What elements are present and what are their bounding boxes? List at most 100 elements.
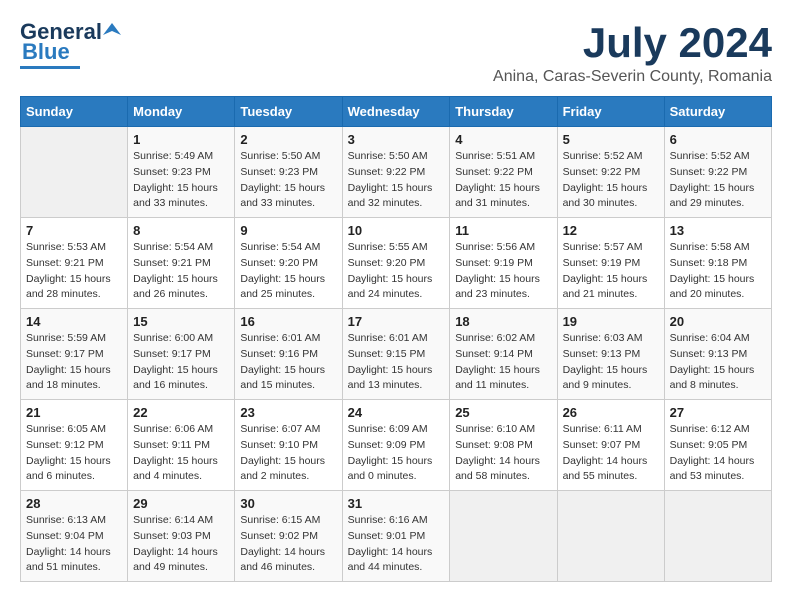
day-number: 28	[26, 496, 122, 511]
weekday-header-thursday: Thursday	[450, 97, 557, 127]
calendar-cell: 19 Sunrise: 6:03 AM Sunset: 9:13 PM Dayli…	[557, 309, 664, 400]
day-info: Sunrise: 6:09 AM Sunset: 9:09 PM Dayligh…	[348, 422, 445, 485]
calendar-cell: 27 Sunrise: 6:12 AM Sunset: 9:05 PM Dayli…	[664, 400, 771, 491]
weekday-header-monday: Monday	[128, 97, 235, 127]
day-number: 22	[133, 405, 229, 420]
day-info: Sunrise: 6:02 AM Sunset: 9:14 PM Dayligh…	[455, 331, 551, 394]
day-info: Sunrise: 5:59 AM Sunset: 9:17 PM Dayligh…	[26, 331, 122, 394]
day-number: 5	[563, 132, 659, 147]
calendar-cell: 21 Sunrise: 6:05 AM Sunset: 9:12 PM Dayli…	[21, 400, 128, 491]
day-number: 16	[240, 314, 336, 329]
page-header: General Blue July 2024 Anina, Caras-Seve…	[20, 20, 772, 86]
day-info: Sunrise: 6:03 AM Sunset: 9:13 PM Dayligh…	[563, 331, 659, 394]
day-info: Sunrise: 5:58 AM Sunset: 9:18 PM Dayligh…	[670, 240, 766, 303]
calendar-cell	[664, 491, 771, 582]
calendar-cell: 16Sunrise: 6:01 AM Sunset: 9:16 PM Dayli…	[235, 309, 342, 400]
calendar-cell: 12 Sunrise: 5:57 AM Sunset: 9:19 PM Dayli…	[557, 218, 664, 309]
month-title: July 2024	[493, 20, 772, 66]
calendar-cell: 30 Sunrise: 6:15 AM Sunset: 9:02 PM Dayli…	[235, 491, 342, 582]
day-info: Sunrise: 5:57 AM Sunset: 9:19 PM Dayligh…	[563, 240, 659, 303]
weekday-header-friday: Friday	[557, 97, 664, 127]
day-info: Sunrise: 6:05 AM Sunset: 9:12 PM Dayligh…	[26, 422, 122, 485]
day-number: 13	[670, 223, 766, 238]
calendar-cell: 20 Sunrise: 6:04 AM Sunset: 9:13 PM Dayli…	[664, 309, 771, 400]
day-number: 10	[348, 223, 445, 238]
day-number: 3	[348, 132, 445, 147]
calendar-cell: 29 Sunrise: 6:14 AM Sunset: 9:03 PM Dayli…	[128, 491, 235, 582]
calendar-week-row: 28 Sunrise: 6:13 AM Sunset: 9:04 PM Dayli…	[21, 491, 772, 582]
day-number: 6	[670, 132, 766, 147]
day-info: Sunrise: 6:00 AM Sunset: 9:17 PM Dayligh…	[133, 331, 229, 394]
calendar-week-row: 7 Sunrise: 5:53 AM Sunset: 9:21 PM Daylig…	[21, 218, 772, 309]
weekday-header-sunday: Sunday	[21, 97, 128, 127]
calendar-week-row: 14 Sunrise: 5:59 AM Sunset: 9:17 PM Dayli…	[21, 309, 772, 400]
calendar-cell: 11 Sunrise: 5:56 AM Sunset: 9:19 PM Dayli…	[450, 218, 557, 309]
day-info: Sunrise: 6:06 AM Sunset: 9:11 PM Dayligh…	[133, 422, 229, 485]
day-number: 14	[26, 314, 122, 329]
calendar-table: SundayMondayTuesdayWednesdayThursdayFrid…	[20, 96, 772, 582]
day-number: 24	[348, 405, 445, 420]
title-block: July 2024 Anina, Caras-Severin County, R…	[493, 20, 772, 86]
calendar-cell: 7 Sunrise: 5:53 AM Sunset: 9:21 PM Daylig…	[21, 218, 128, 309]
day-info: Sunrise: 6:10 AM Sunset: 9:08 PM Dayligh…	[455, 422, 551, 485]
day-info: Sunrise: 5:51 AM Sunset: 9:22 PM Dayligh…	[455, 149, 551, 212]
calendar-cell: 31 Sunrise: 6:16 AM Sunset: 9:01 PM Dayli…	[342, 491, 450, 582]
day-number: 1	[133, 132, 229, 147]
day-info: Sunrise: 5:50 AM Sunset: 9:23 PM Dayligh…	[240, 149, 336, 212]
day-number: 25	[455, 405, 551, 420]
day-number: 23	[240, 405, 336, 420]
day-number: 26	[563, 405, 659, 420]
day-number: 31	[348, 496, 445, 511]
calendar-cell: 18 Sunrise: 6:02 AM Sunset: 9:14 PM Dayli…	[450, 309, 557, 400]
calendar-cell: 17 Sunrise: 6:01 AM Sunset: 9:15 PM Dayli…	[342, 309, 450, 400]
day-info: Sunrise: 5:53 AM Sunset: 9:21 PM Dayligh…	[26, 240, 122, 303]
calendar-cell: 15 Sunrise: 6:00 AM Sunset: 9:17 PM Dayli…	[128, 309, 235, 400]
weekday-header-row: SundayMondayTuesdayWednesdayThursdayFrid…	[21, 97, 772, 127]
calendar-cell: 14 Sunrise: 5:59 AM Sunset: 9:17 PM Dayli…	[21, 309, 128, 400]
calendar-cell: 13 Sunrise: 5:58 AM Sunset: 9:18 PM Dayli…	[664, 218, 771, 309]
day-number: 11	[455, 223, 551, 238]
day-info: Sunrise: 6:13 AM Sunset: 9:04 PM Dayligh…	[26, 513, 122, 576]
day-number: 21	[26, 405, 122, 420]
logo-bird-icon	[103, 21, 121, 39]
calendar-cell: 26Sunrise: 6:11 AM Sunset: 9:07 PM Dayli…	[557, 400, 664, 491]
logo-underline	[20, 66, 80, 69]
location-title: Anina, Caras-Severin County, Romania	[493, 68, 772, 86]
day-number: 2	[240, 132, 336, 147]
calendar-cell: 25 Sunrise: 6:10 AM Sunset: 9:08 PM Dayli…	[450, 400, 557, 491]
day-info: Sunrise: 6:01 AM Sunset: 9:15 PM Dayligh…	[348, 331, 445, 394]
day-number: 7	[26, 223, 122, 238]
calendar-cell: 3 Sunrise: 5:50 AM Sunset: 9:22 PM Daylig…	[342, 127, 450, 218]
calendar-cell: 2 Sunrise: 5:50 AM Sunset: 9:23 PM Daylig…	[235, 127, 342, 218]
day-number: 17	[348, 314, 445, 329]
calendar-cell: 8Sunrise: 5:54 AM Sunset: 9:21 PM Daylig…	[128, 218, 235, 309]
day-info: Sunrise: 5:54 AM Sunset: 9:21 PM Dayligh…	[133, 240, 229, 303]
day-number: 9	[240, 223, 336, 238]
day-number: 29	[133, 496, 229, 511]
day-info: Sunrise: 6:04 AM Sunset: 9:13 PM Dayligh…	[670, 331, 766, 394]
day-number: 20	[670, 314, 766, 329]
day-info: Sunrise: 6:15 AM Sunset: 9:02 PM Dayligh…	[240, 513, 336, 576]
day-info: Sunrise: 6:14 AM Sunset: 9:03 PM Dayligh…	[133, 513, 229, 576]
day-number: 30	[240, 496, 336, 511]
day-info: Sunrise: 5:55 AM Sunset: 9:20 PM Dayligh…	[348, 240, 445, 303]
day-number: 12	[563, 223, 659, 238]
day-number: 27	[670, 405, 766, 420]
day-number: 19	[563, 314, 659, 329]
day-info: Sunrise: 5:50 AM Sunset: 9:22 PM Dayligh…	[348, 149, 445, 212]
calendar-cell: 10 Sunrise: 5:55 AM Sunset: 9:20 PM Dayli…	[342, 218, 450, 309]
calendar-cell: 28 Sunrise: 6:13 AM Sunset: 9:04 PM Dayli…	[21, 491, 128, 582]
day-info: Sunrise: 5:56 AM Sunset: 9:19 PM Dayligh…	[455, 240, 551, 303]
weekday-header-tuesday: Tuesday	[235, 97, 342, 127]
calendar-week-row: 21 Sunrise: 6:05 AM Sunset: 9:12 PM Dayli…	[21, 400, 772, 491]
calendar-cell: 9Sunrise: 5:54 AM Sunset: 9:20 PM Daylig…	[235, 218, 342, 309]
day-info: Sunrise: 5:52 AM Sunset: 9:22 PM Dayligh…	[563, 149, 659, 212]
calendar-cell	[21, 127, 128, 218]
day-number: 15	[133, 314, 229, 329]
calendar-cell: 4Sunrise: 5:51 AM Sunset: 9:22 PM Daylig…	[450, 127, 557, 218]
day-info: Sunrise: 5:49 AM Sunset: 9:23 PM Dayligh…	[133, 149, 229, 212]
day-info: Sunrise: 6:12 AM Sunset: 9:05 PM Dayligh…	[670, 422, 766, 485]
day-info: Sunrise: 6:16 AM Sunset: 9:01 PM Dayligh…	[348, 513, 445, 576]
day-number: 18	[455, 314, 551, 329]
calendar-cell: 24 Sunrise: 6:09 AM Sunset: 9:09 PM Dayli…	[342, 400, 450, 491]
